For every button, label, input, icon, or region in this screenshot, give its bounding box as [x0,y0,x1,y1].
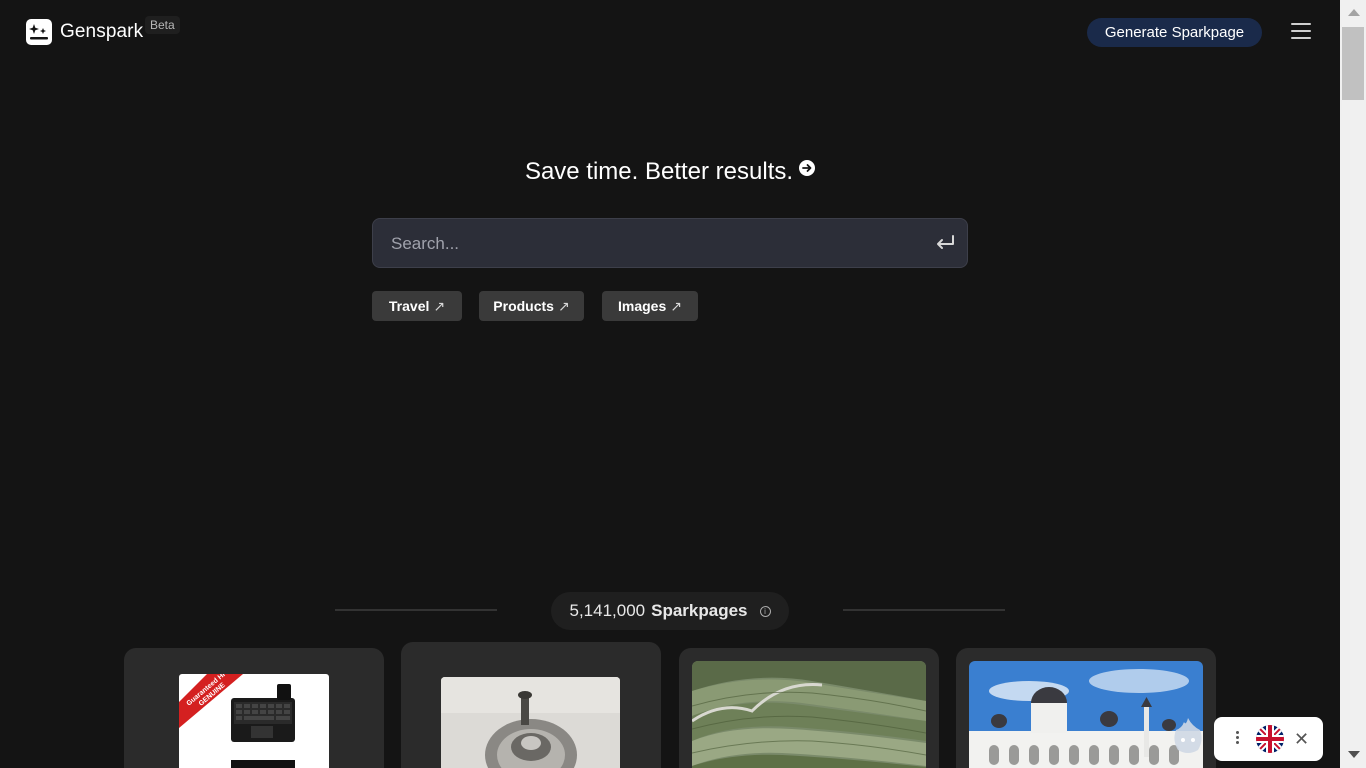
close-icon[interactable]: ✕ [1294,730,1309,748]
arrow-up-right-icon: ↗ [670,297,682,314]
more-options-icon[interactable] [1236,731,1240,746]
brand-name: Genspark [60,21,144,42]
mosque-image [969,661,1203,768]
genspark-logo[interactable]: Genspark [26,19,143,45]
genspark-logo-icon [26,19,52,45]
mascot-icon[interactable] [1170,716,1206,756]
arrow-up-right-icon: ↗ [557,297,570,314]
card-image-terraces [692,661,926,768]
chip-label: Images [618,298,667,314]
fishing-reel-image [441,677,620,768]
chip-products[interactable]: Products ↗ [479,291,584,321]
scrollbar-track[interactable] [1340,0,1366,768]
scroll-up-arrow-icon[interactable] [1348,9,1360,16]
divider-left [335,609,497,611]
divider-right [843,609,1005,611]
info-icon[interactable]: i [759,605,771,617]
beta-badge: Beta [145,16,180,34]
chip-label: Travel [388,298,430,314]
arrow-up-right-icon: ↗ [433,297,446,314]
language-widget: ✕ [1214,717,1323,761]
arrow-right-circle-icon[interactable] [799,160,816,176]
sparkpage-card[interactable]: Guaranteed HP GENUINE [124,648,384,768]
page-viewport: Genspark Beta Generate Sparkpage Save ti… [0,0,1340,768]
search-input[interactable] [391,233,911,255]
card-image-mosque [969,661,1203,768]
sparkpage-card[interactable] [679,648,939,768]
chip-images[interactable]: Images ↗ [602,291,698,321]
scroll-down-arrow-icon[interactable] [1348,751,1360,758]
generate-sparkpage-button[interactable]: Generate Sparkpage [1087,18,1262,47]
hero-title-text: Save time. Better results. [524,158,794,185]
scrollbar-thumb[interactable] [1342,27,1364,100]
enter-icon[interactable] [934,233,956,253]
search-box[interactable] [372,218,968,268]
sparkpage-card[interactable] [401,642,661,768]
sparkpages-counter: 5,141,000 Sparkpages i [551,592,789,630]
uk-flag-icon[interactable] [1256,725,1284,753]
counter-value: 5,141,000 [569,601,646,620]
hero-title: Save time. Better results. [0,158,1340,186]
rice-terraces-image [692,661,926,768]
hamburger-menu-icon[interactable] [1291,23,1311,41]
chip-label: Products [493,298,554,314]
counter-label: Sparkpages [651,601,748,620]
card-image-laptop: Guaranteed HP GENUINE [179,674,329,768]
chip-travel[interactable]: Travel ↗ [372,291,462,321]
card-image-reel [441,677,620,768]
